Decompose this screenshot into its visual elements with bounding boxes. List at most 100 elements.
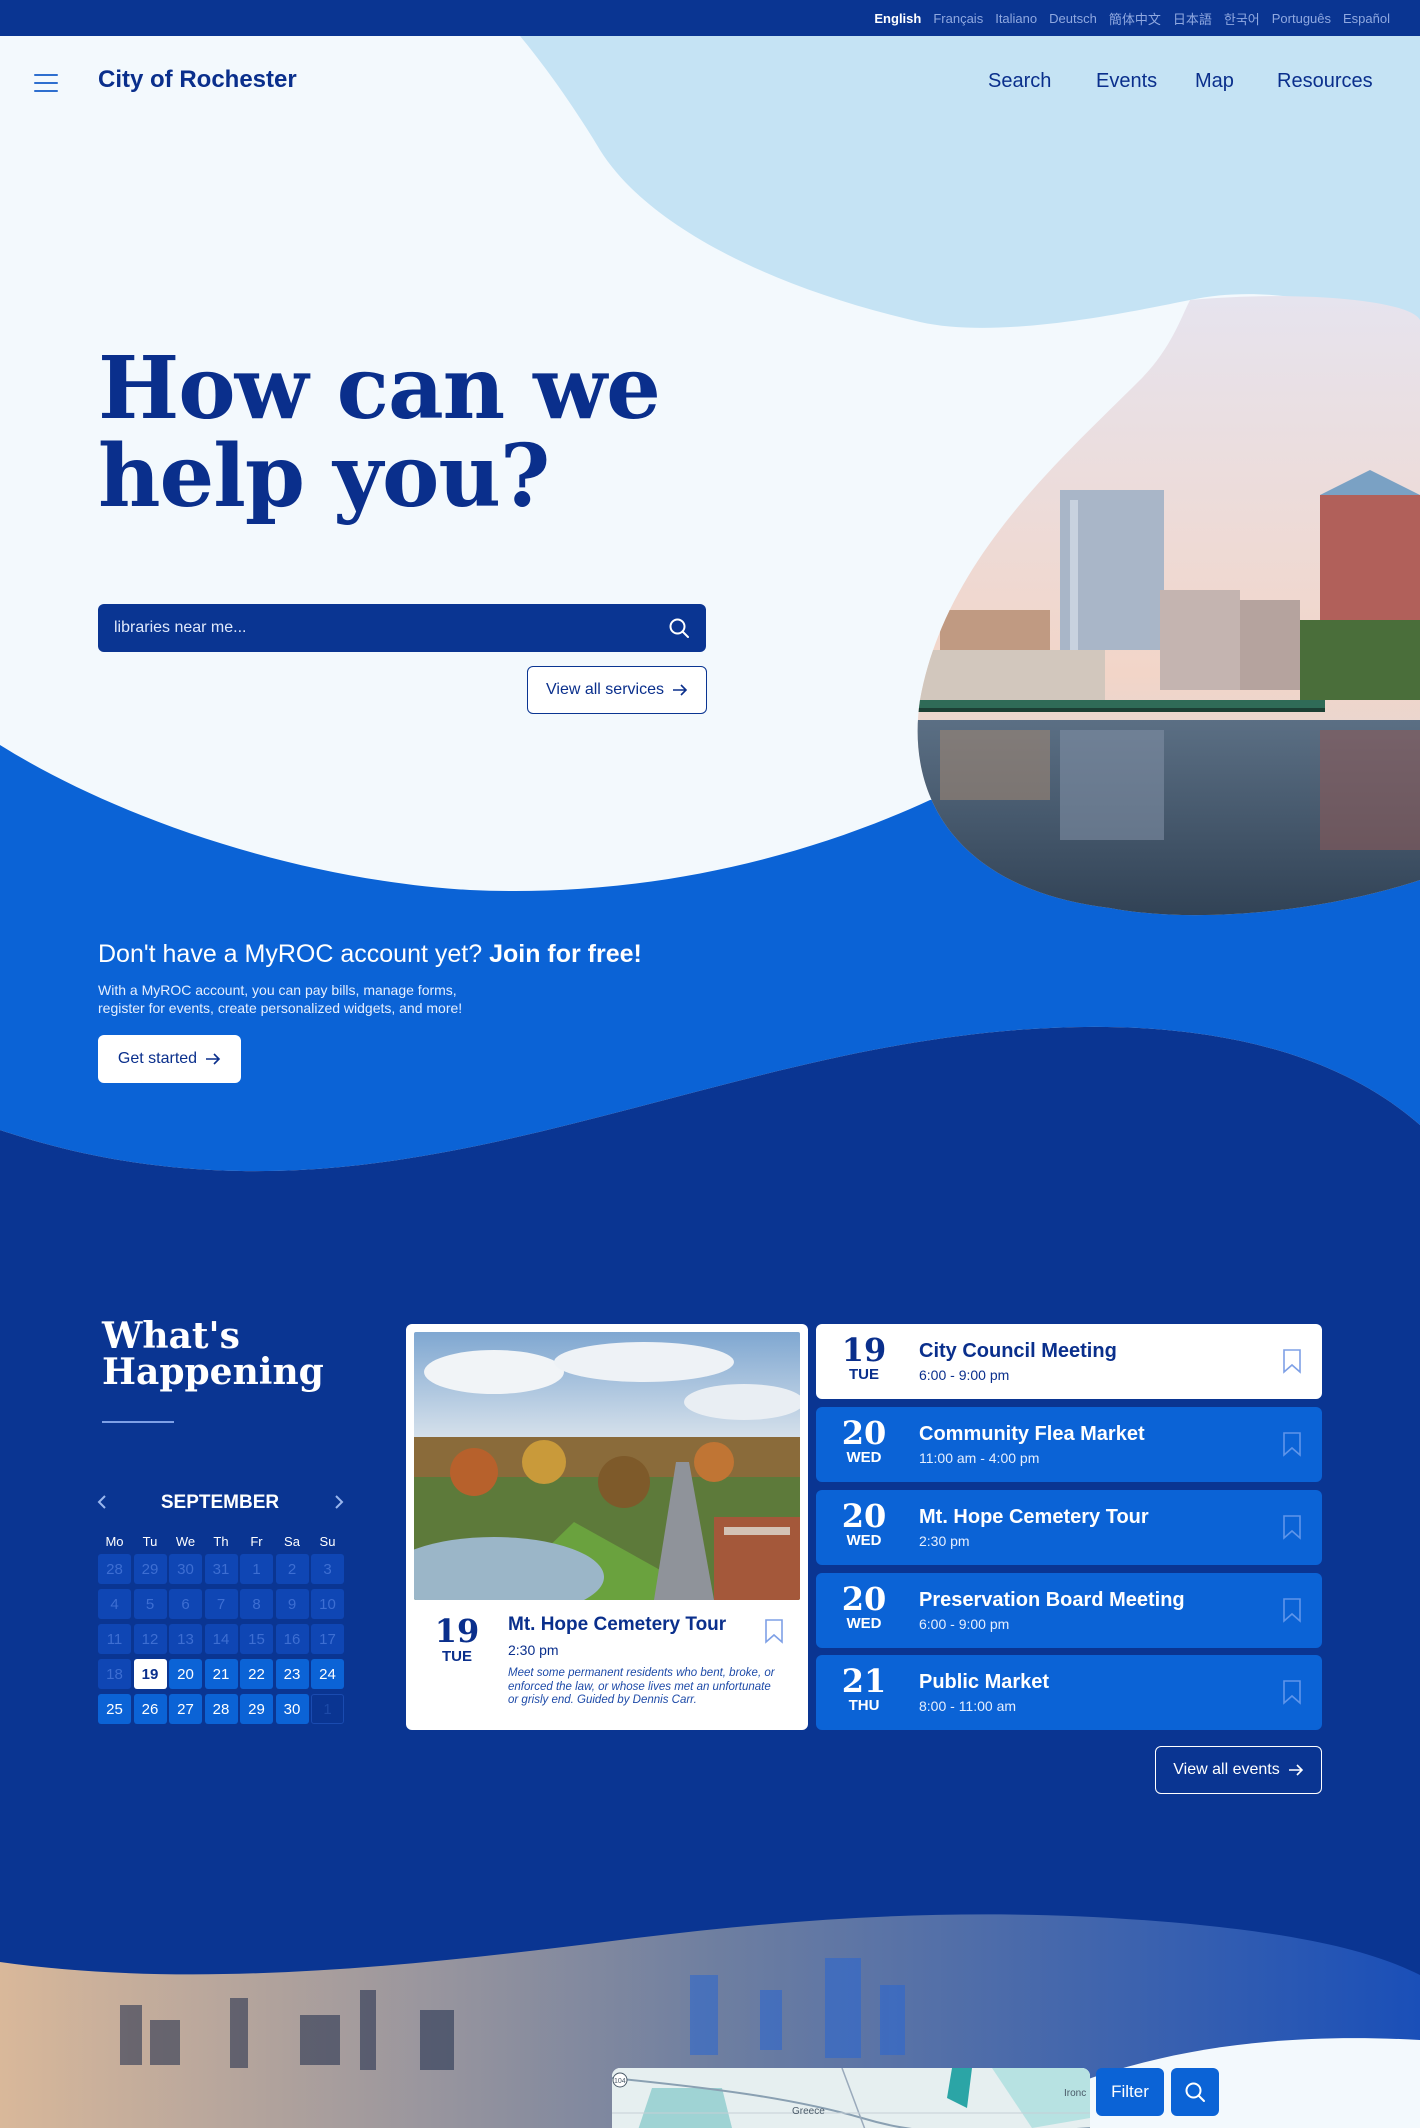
hero-title-line-1: How can we <box>98 338 661 439</box>
language-option[interactable]: Deutsch <box>1049 11 1097 26</box>
calendar-day[interactable]: 15 <box>240 1624 273 1654</box>
view-all-services-button[interactable]: View all services <box>527 666 707 714</box>
calendar-day[interactable]: 3 <box>311 1554 344 1584</box>
event-card[interactable]: 20 WED Mt. Hope Cemetery Tour 2:30 pm <box>816 1490 1322 1565</box>
language-option[interactable]: Español <box>1343 11 1390 26</box>
event-title[interactable]: City Council Meeting <box>919 1340 1117 1363</box>
bookmark-icon[interactable] <box>1282 1679 1302 1705</box>
calendar-day[interactable]: 29 <box>240 1694 273 1724</box>
calendar-day[interactable]: 12 <box>133 1624 167 1654</box>
calendar-day[interactable]: 7 <box>204 1589 238 1619</box>
calendar-day[interactable]: 29 <box>133 1554 167 1584</box>
join-cta: Join for free! <box>489 940 642 968</box>
calendar-day[interactable]: 1 <box>240 1554 273 1584</box>
search-icon[interactable] <box>668 617 690 639</box>
calendar-day[interactable]: 30 <box>275 1694 309 1724</box>
event-title[interactable]: Community Flea Market <box>919 1423 1145 1446</box>
event-date: 21 THU <box>834 1665 894 1714</box>
language-option[interactable]: 日本語 <box>1173 9 1212 28</box>
calendar-day[interactable]: 18 <box>98 1659 131 1689</box>
calendar-day[interactable]: 28 <box>204 1694 238 1724</box>
language-option[interactable]: Français <box>933 11 983 26</box>
map-filter-button[interactable]: Filter <box>1096 2068 1164 2116</box>
weekday-label: Th <box>213 1534 229 1549</box>
calendar-day[interactable]: 8 <box>240 1589 273 1619</box>
event-time: 6:00 - 9:00 pm <box>919 1616 1010 1632</box>
calendar-day[interactable]: 1 <box>311 1694 344 1724</box>
language-option[interactable]: Italiano <box>995 11 1037 26</box>
calendar-day[interactable]: 26 <box>133 1694 167 1724</box>
calendar-day-selected[interactable]: 19 <box>133 1659 167 1689</box>
calendar-day[interactable]: 6 <box>169 1589 202 1619</box>
view-all-events-button[interactable]: View all events <box>1155 1746 1322 1794</box>
calendar-day[interactable]: 11 <box>98 1624 131 1654</box>
featured-event-date: 19 TUE <box>432 1614 482 1665</box>
nav-search[interactable]: Search <box>988 70 1051 93</box>
calendar-day[interactable]: 5 <box>133 1589 167 1619</box>
event-title[interactable]: Mt. Hope Cemetery Tour <box>919 1506 1149 1529</box>
calendar-day[interactable]: 17 <box>311 1624 344 1654</box>
language-option[interactable]: English <box>874 11 921 26</box>
join-description: With a MyROC account, you can pay bills,… <box>98 981 518 1017</box>
arrow-right-icon <box>206 1053 221 1065</box>
calendar-day[interactable]: 10 <box>311 1589 344 1619</box>
bookmark-icon[interactable] <box>1282 1431 1302 1457</box>
nav-resources[interactable]: Resources <box>1277 70 1373 93</box>
bookmark-icon[interactable] <box>1282 1348 1302 1374</box>
event-time: 6:00 - 9:00 pm <box>919 1367 1010 1383</box>
calendar-day[interactable]: 30 <box>169 1554 202 1584</box>
language-option[interactable]: 簡体中文 <box>1109 9 1161 28</box>
whats-happening-line-1: What's <box>102 1315 240 1357</box>
event-day: 19 <box>841 1331 887 1369</box>
featured-event-weekday: TUE <box>442 1648 472 1665</box>
view-all-events-label: View all events <box>1173 1761 1280 1778</box>
bookmark-icon[interactable] <box>1282 1597 1302 1623</box>
event-card[interactable]: 20 WED Preservation Board Meeting 6:00 - 9:… <box>816 1573 1322 1648</box>
hero-search-input[interactable] <box>114 619 668 637</box>
search-icon <box>1185 2082 1205 2102</box>
map-panel[interactable]: Greece Ironc 104 <box>612 2068 1090 2128</box>
calendar-day[interactable]: 31 <box>204 1554 238 1584</box>
calendar-day[interactable]: 25 <box>98 1694 131 1724</box>
site-brand[interactable]: City of Rochester <box>98 66 297 94</box>
language-option[interactable]: 한국어 <box>1224 9 1260 28</box>
nav-events[interactable]: Events <box>1096 70 1157 93</box>
get-started-label: Get started <box>117 1050 198 1067</box>
featured-event-day: 19 <box>434 1612 480 1650</box>
map-search-button[interactable] <box>1171 2068 1219 2116</box>
language-option[interactable]: Português <box>1272 11 1331 26</box>
calendar-day[interactable]: 9 <box>275 1589 309 1619</box>
event-card[interactable]: 21 THU Public Market 8:00 - 11:00 am <box>816 1655 1322 1730</box>
calendar-grid: 28 29 30 31 1 2 3 4 5 6 7 8 9 10 11 12 13 14 15 16 17 18 19 20 2… <box>98 1554 344 1724</box>
chevron-left-icon[interactable] <box>96 1494 108 1510</box>
calendar-day[interactable]: 14 <box>204 1624 238 1654</box>
calendar-day[interactable]: 24 <box>311 1659 344 1689</box>
event-date: 20 WED <box>834 1500 894 1549</box>
featured-event-title[interactable]: Mt. Hope Cemetery Tour <box>508 1614 726 1636</box>
featured-event-card[interactable]: 19 TUE Mt. Hope Cemetery Tour 2:30 pm Me… <box>406 1324 808 1730</box>
chevron-right-icon[interactable] <box>333 1494 345 1510</box>
nav-map[interactable]: Map <box>1195 70 1234 93</box>
hamburger-icon[interactable] <box>34 74 58 92</box>
calendar-day[interactable]: 4 <box>98 1589 131 1619</box>
calendar-day[interactable]: 2 <box>275 1554 309 1584</box>
calendar-day[interactable]: 22 <box>240 1659 273 1689</box>
calendar-day[interactable]: 28 <box>98 1554 131 1584</box>
title-divider <box>102 1421 174 1423</box>
weekday-label: Fr <box>250 1534 263 1549</box>
calendar-day[interactable]: 21 <box>204 1659 238 1689</box>
calendar-day[interactable]: 27 <box>169 1694 202 1724</box>
calendar-day[interactable]: 20 <box>169 1659 202 1689</box>
bookmark-icon[interactable] <box>764 1618 784 1644</box>
event-card[interactable]: 20 WED Community Flea Market 11:00 am - 4:0… <box>816 1407 1322 1482</box>
bookmark-icon[interactable] <box>1282 1514 1302 1540</box>
calendar-day[interactable]: 13 <box>169 1624 202 1654</box>
get-started-button[interactable]: Get started <box>98 1035 241 1083</box>
event-date: 20 WED <box>834 1583 894 1632</box>
hero-search-bar[interactable] <box>98 604 706 652</box>
event-title[interactable]: Public Market <box>919 1671 1049 1694</box>
event-title[interactable]: Preservation Board Meeting <box>919 1589 1185 1612</box>
event-card[interactable]: 19 TUE City Council Meeting 6:00 - 9:00 pm <box>816 1324 1322 1399</box>
calendar-day[interactable]: 23 <box>275 1659 309 1689</box>
calendar-day[interactable]: 16 <box>275 1624 309 1654</box>
